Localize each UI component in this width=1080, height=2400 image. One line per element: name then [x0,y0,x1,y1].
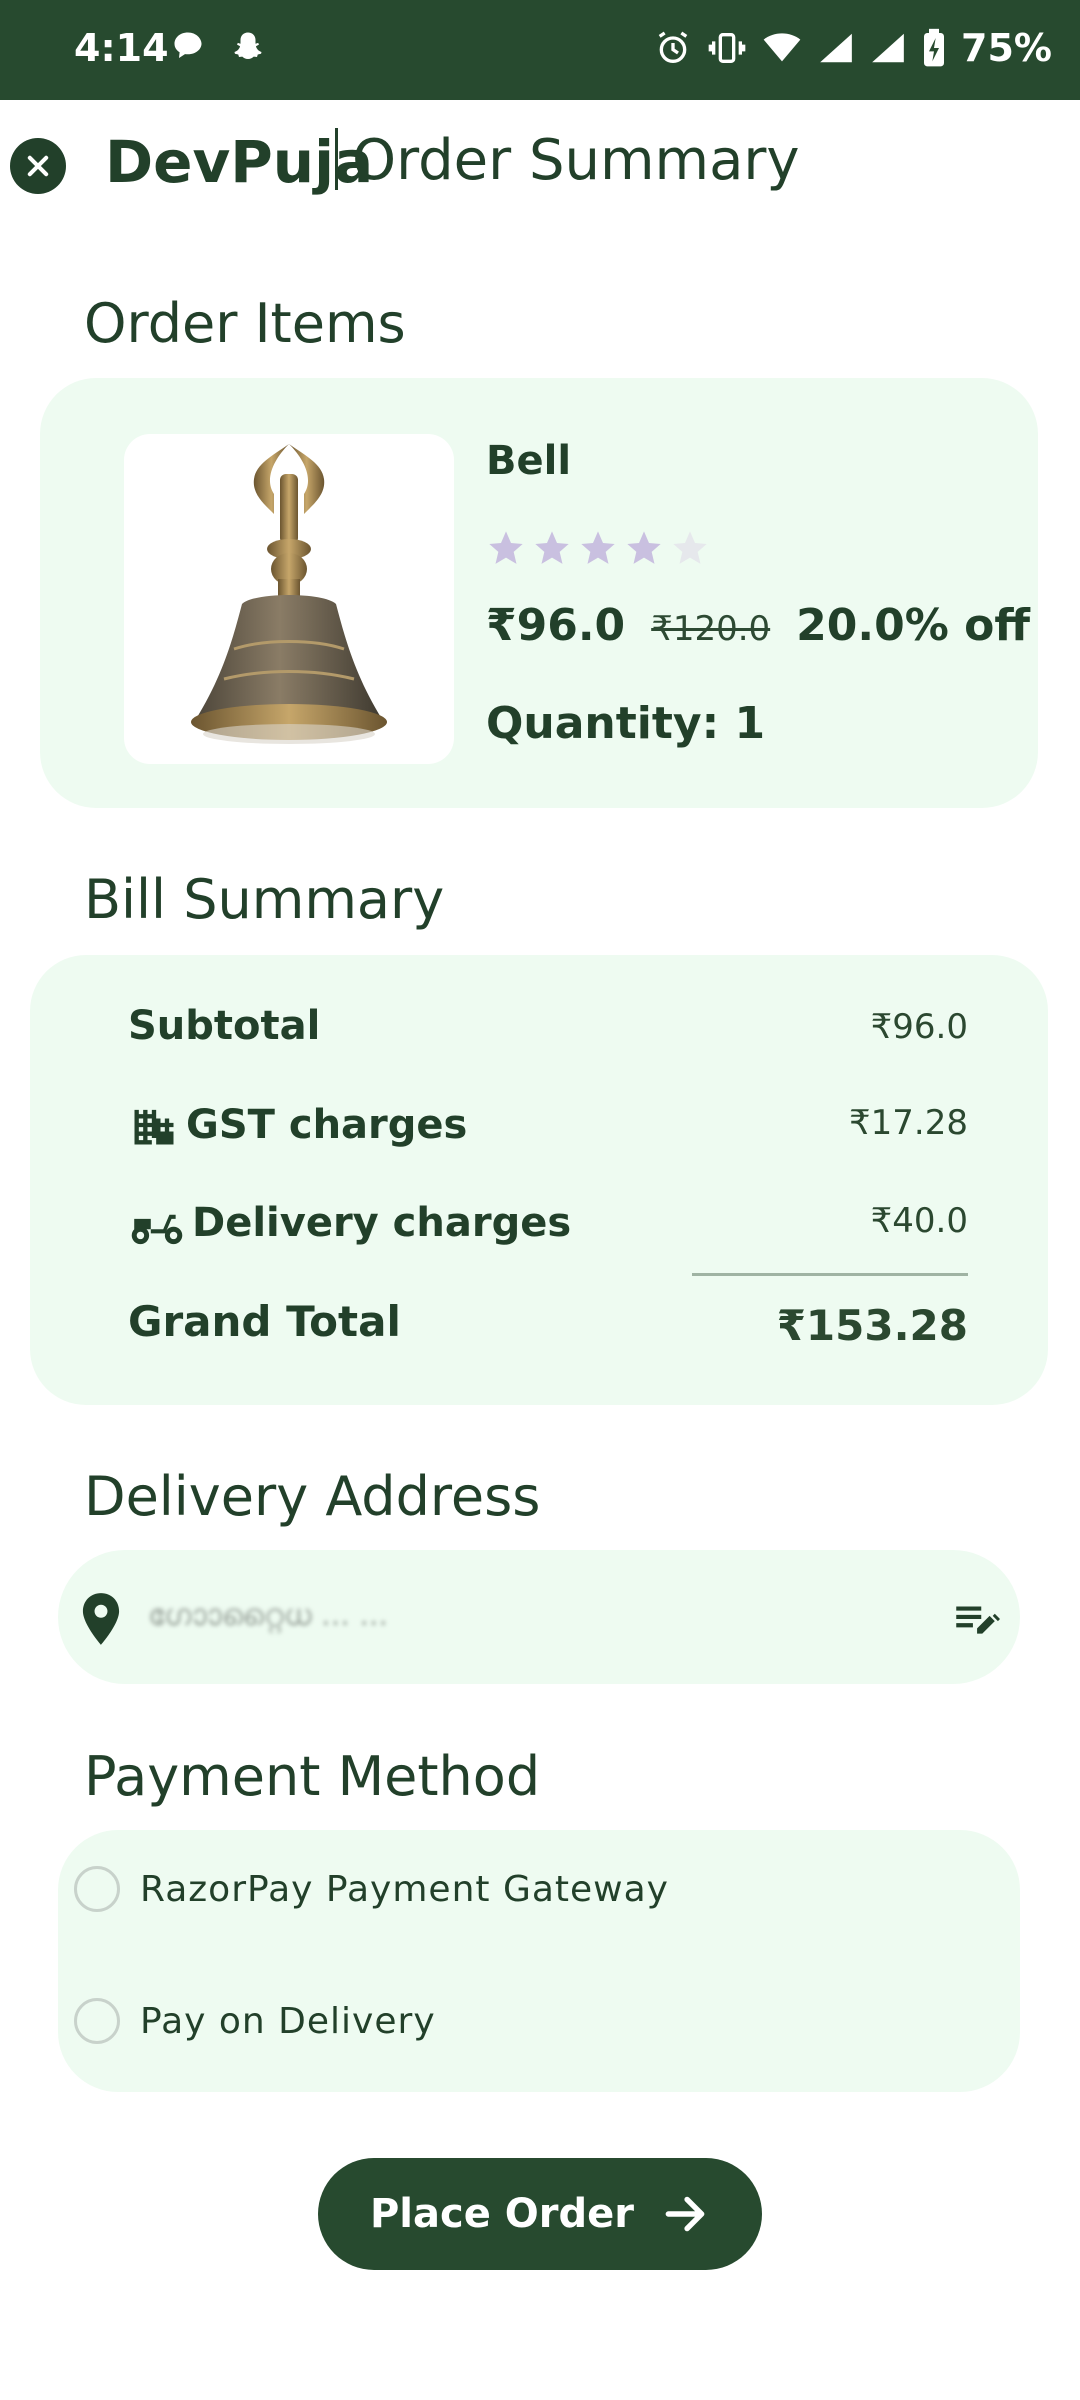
place-order-button[interactable]: Place Order [318,2158,762,2270]
snapchat-icon [234,32,262,60]
order-item-card[interactable]: Bell ₹96.0 ₹120.0 20.0% off Quantity: 1 [40,378,1038,808]
page-title: Order Summary [352,128,800,193]
gst-value: ₹17.28 [849,1103,968,1143]
system-icons: 75% [653,26,1052,70]
delivery-address-card[interactable]: ഗാോറ്റൈധ ... ... [58,1550,1020,1684]
brand-name: DevPuja [105,128,374,196]
wifi-icon [763,33,801,62]
close-icon [27,155,49,177]
star-icon [489,531,523,564]
item-name: Bell [486,438,572,484]
delivery-label-group: Delivery charges [128,1197,571,1249]
grand-total-label: Grand Total [128,1297,401,1346]
delivery-row: Delivery charges ₹40.0 [128,1197,968,1257]
close-button[interactable] [10,138,66,194]
item-original-price: ₹120.0 [651,609,771,649]
arrow-right-icon [665,2196,705,2232]
payment-method-card: RazorPay Payment Gateway Pay on Delivery [58,1830,1020,2092]
edit-address-icon[interactable] [950,1594,1000,1644]
grand-total-row: Grand Total ₹153.28 [128,1297,968,1357]
delivery-label: Delivery charges [192,1200,572,1246]
star-icon [581,531,615,564]
item-discount: 20.0% off [796,600,1030,651]
header-divider [335,128,338,190]
payment-method-title: Payment Method [84,1745,541,1808]
gst-label-group: GST charges [128,1099,467,1151]
star-empty-icon [673,531,707,564]
delivery-scooter-icon [131,1214,183,1245]
payment-option-label: RazorPay Payment Gateway [140,1868,669,1910]
payment-option-cod[interactable]: Pay on Delivery [74,1998,436,2044]
rating-stars [486,528,710,568]
status-bar: 4:14 75% [0,0,1080,100]
location-pin-icon [82,1593,120,1645]
address-text: ഗാോറ്റൈധ ... ... [148,1598,388,1633]
signal-icon [820,33,852,63]
radio-button[interactable] [74,1866,120,1912]
place-order-label: Place Order [369,2191,634,2237]
chat-icon [174,32,202,58]
star-icon [627,531,661,564]
item-price: ₹96.0 [486,600,626,651]
radio-button[interactable] [74,1998,120,2044]
subtotal-label: Subtotal [128,1003,321,1049]
star-icon [535,531,569,564]
item-quantity: Quantity: 1 [486,698,766,749]
product-image [124,434,454,764]
delivery-value: ₹40.0 [870,1201,968,1241]
grand-total-value: ₹153.28 [776,1301,968,1350]
app-header: DevPuja Order Summary [0,100,1080,230]
subtotal-value: ₹96.0 [870,1007,968,1047]
bill-summary-title: Bill Summary [84,868,445,931]
gst-label: GST charges [186,1102,468,1148]
bell-image [191,444,387,744]
delivery-address-title: Delivery Address [84,1465,541,1528]
price-row: ₹96.0 ₹120.0 20.0% off [486,600,1030,651]
payment-option-label: Pay on Delivery [140,2000,436,2042]
battery-charging-icon [924,28,945,67]
bill-summary-card: Subtotal ₹96.0 GST charges ₹17.28 Delive… [30,955,1048,1405]
battery-percent: 75% [961,26,1052,70]
signal-icon-2 [872,33,904,63]
payment-option-razorpay[interactable]: RazorPay Payment Gateway [74,1866,669,1912]
subtotal-row: Subtotal ₹96.0 [128,1003,968,1063]
total-divider [692,1273,968,1276]
order-items-title: Order Items [84,292,406,355]
vibrate-icon [708,33,746,63]
notification-icons [170,28,266,64]
building-icon [134,1109,174,1145]
gst-row: GST charges ₹17.28 [128,1099,968,1159]
status-time: 4:14 [74,26,169,70]
alarm-icon [658,31,688,64]
